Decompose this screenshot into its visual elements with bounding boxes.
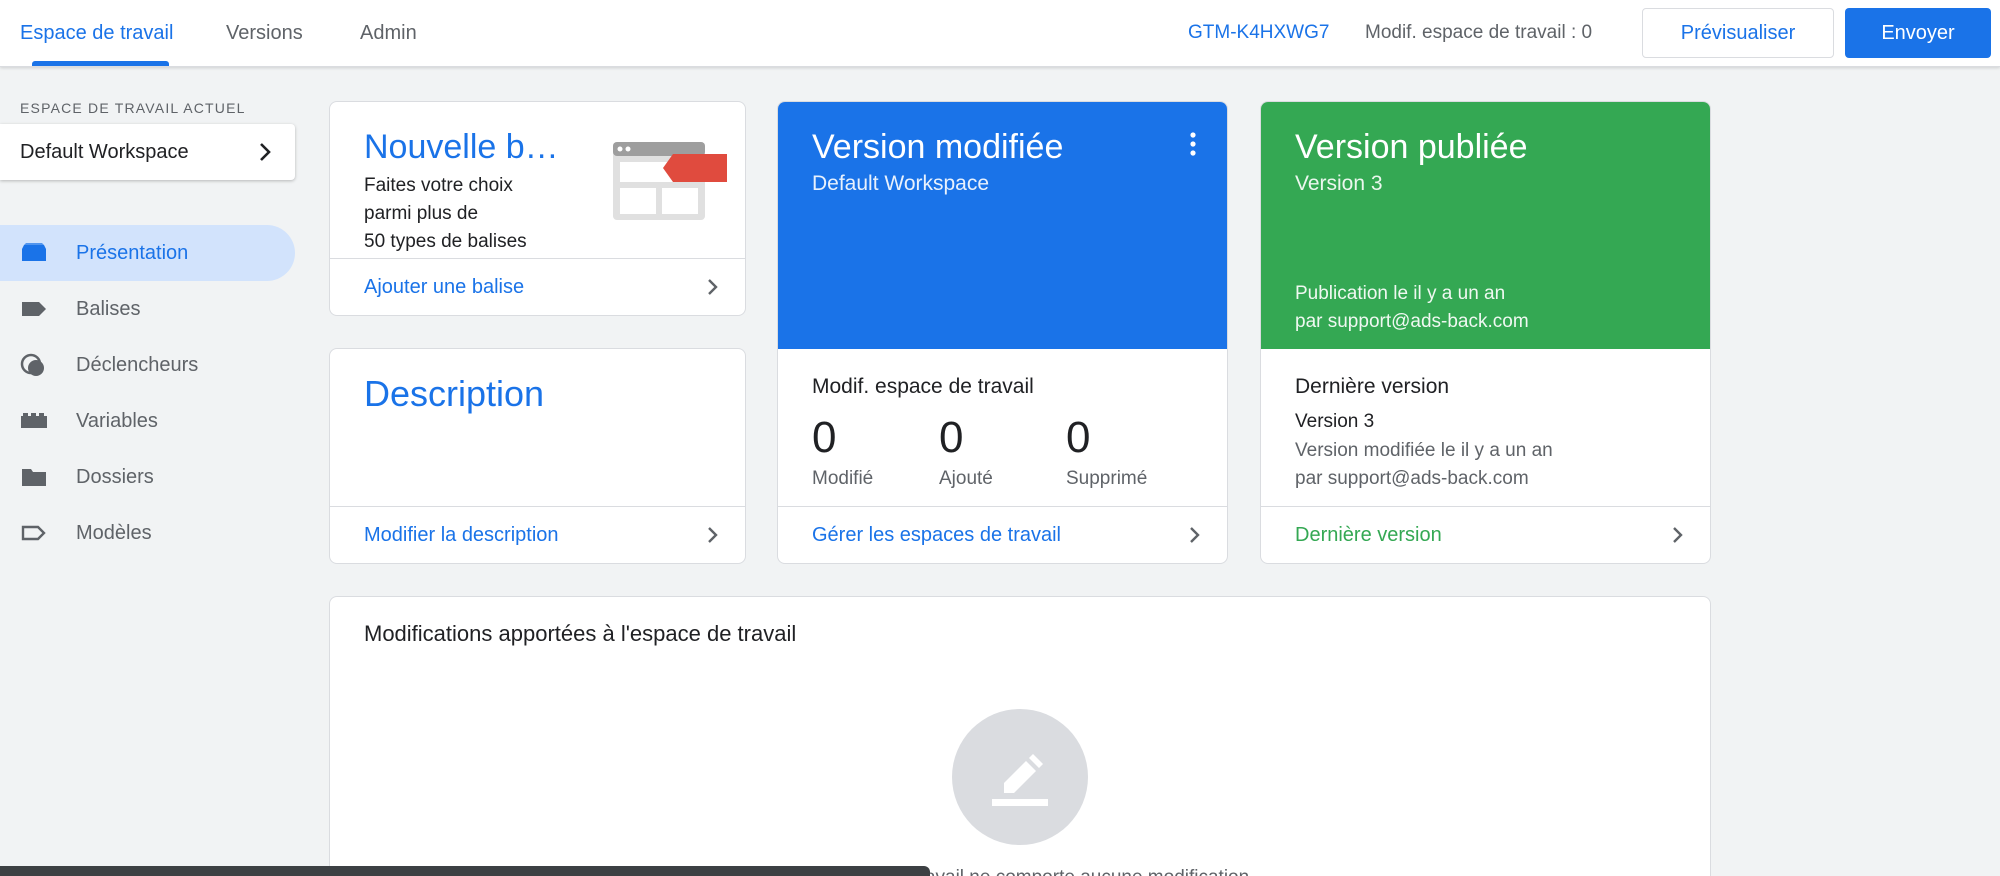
latest-version-date: Version modifiée le il y a un an <box>1295 440 1553 461</box>
published-date: Publication le il y a un an <box>1295 283 1506 304</box>
published-version-title: Version publiée <box>1295 128 1528 166</box>
top-app-bar: Espace de travail Versions Admin GTM-K4H… <box>0 0 2000 67</box>
empty-state-illustration <box>952 709 1088 845</box>
sidebar-item-label: Présentation <box>76 242 189 264</box>
workspace-changes-count: Modif. espace de travail : 0 <box>1365 22 1593 43</box>
sidebar-item-templates[interactable]: Modèles <box>0 505 295 561</box>
sidebar-item-variables[interactable]: Variables <box>0 393 295 449</box>
active-tab-indicator <box>32 61 169 66</box>
template-icon <box>20 521 48 545</box>
edit-pencil-icon <box>992 754 1048 806</box>
sidebar-item-label: Modèles <box>76 522 152 544</box>
modified-version-workspace: Default Workspace <box>812 172 990 195</box>
sidebar-item-tags[interactable]: Balises <box>0 281 295 337</box>
bottom-overlay-bar <box>0 866 930 876</box>
latest-version-footer[interactable]: Dernière version <box>1261 506 1710 563</box>
stat-label: Ajouté <box>939 468 993 489</box>
published-version-number: Version 3 <box>1295 172 1383 195</box>
latest-version-title: Dernière version <box>1295 375 1450 398</box>
modified-version-title: Version modifiée <box>812 128 1064 166</box>
variables-icon <box>20 409 48 433</box>
stat-deleted: 0 Supprimé <box>1066 412 1147 490</box>
trigger-icon <box>20 353 48 377</box>
sidebar-item-label: Variables <box>76 410 158 432</box>
latest-version-author: par support@ads-back.com <box>1295 468 1529 489</box>
latest-version-info: Version modifiée le il y a un an par sup… <box>1295 437 1553 493</box>
stat-value: 0 <box>812 413 837 462</box>
chevron-right-icon <box>1672 526 1684 549</box>
sidebar-item-folders[interactable]: Dossiers <box>0 449 295 505</box>
add-tag-link[interactable]: Ajouter une balise <box>364 276 524 299</box>
sidebar-item-label: Balises <box>76 298 141 320</box>
published-info: Publication le il y a un an par support@… <box>1295 280 1529 336</box>
description-card: Description Modifier la description <box>329 348 746 564</box>
manage-workspaces-footer[interactable]: Gérer les espaces de travail <box>778 506 1227 563</box>
chevron-right-icon <box>1189 526 1201 549</box>
tab-admin[interactable]: Admin <box>360 22 417 45</box>
description-line: 50 types de balises <box>364 231 527 252</box>
latest-version-link[interactable]: Dernière version <box>1295 524 1442 547</box>
tag-illustration-icon <box>613 140 727 227</box>
stat-label: Supprimé <box>1066 468 1148 489</box>
new-tag-description: Faites votre choix parmi plus de 50 type… <box>364 172 527 256</box>
published-version-card: Version publiée Version 3 Publication le… <box>1260 101 1711 564</box>
workspace-selector[interactable]: Default Workspace <box>0 124 295 180</box>
latest-version-number: Version 3 <box>1295 411 1375 432</box>
edit-description-link[interactable]: Modifier la description <box>364 524 559 547</box>
sidebar-item-label: Dossiers <box>76 466 154 488</box>
description-line: Faites votre choix <box>364 175 513 196</box>
chevron-right-icon <box>707 526 719 549</box>
overview-icon <box>20 241 48 265</box>
chevron-right-icon <box>707 278 719 301</box>
current-workspace-heading: ESPACE DE TRAVAIL ACTUEL <box>20 100 246 116</box>
new-tag-title: Nouvelle balise <box>364 128 574 166</box>
container-id-link[interactable]: GTM-K4HXWG7 <box>1188 22 1329 44</box>
tab-versions[interactable]: Versions <box>226 22 303 45</box>
stat-value: 0 <box>939 413 964 462</box>
modified-version-card: Version modifiée Default Workspace Modif… <box>777 101 1228 564</box>
edit-description-footer[interactable]: Modifier la description <box>330 506 745 563</box>
sidebar-item-label: Déclencheurs <box>76 354 199 376</box>
folder-icon <box>20 465 48 489</box>
stat-modified: 0 Modifié <box>812 412 873 490</box>
sidebar-item-overview[interactable]: Présentation <box>0 225 295 281</box>
add-tag-footer[interactable]: Ajouter une balise <box>330 258 745 315</box>
published-version-header: Version publiée Version 3 Publication le… <box>1261 102 1710 349</box>
stat-label: Modifié <box>812 468 874 489</box>
published-by: par support@ads-back.com <box>1295 311 1529 332</box>
sidebar-item-triggers[interactable]: Déclencheurs <box>0 337 295 393</box>
tag-icon <box>20 297 48 321</box>
description-title: Description <box>364 373 545 414</box>
submit-button[interactable]: Envoyer <box>1845 8 1991 58</box>
modified-version-header: Version modifiée Default Workspace <box>778 102 1227 349</box>
description-line: parmi plus de <box>364 203 479 224</box>
workspace-changes-card: Modifications apportées à l'espace de tr… <box>329 596 1711 876</box>
new-tag-card[interactable]: Nouvelle balise Faites votre choix parmi… <box>329 101 746 316</box>
workspace-name: Default Workspace <box>20 141 189 163</box>
preview-button[interactable]: Prévisualiser <box>1642 8 1834 58</box>
manage-workspaces-link[interactable]: Gérer les espaces de travail <box>812 524 1061 547</box>
workspace-changes-heading: Modifications apportées à l'espace de tr… <box>364 621 797 646</box>
chevron-right-icon <box>258 142 272 167</box>
stat-value: 0 <box>1066 413 1091 462</box>
more-vert-icon[interactable] <box>1189 132 1197 161</box>
workspace-changes-title: Modif. espace de travail <box>812 375 1034 398</box>
stat-added: 0 Ajouté <box>939 412 993 490</box>
tab-workspace[interactable]: Espace de travail <box>20 22 173 45</box>
